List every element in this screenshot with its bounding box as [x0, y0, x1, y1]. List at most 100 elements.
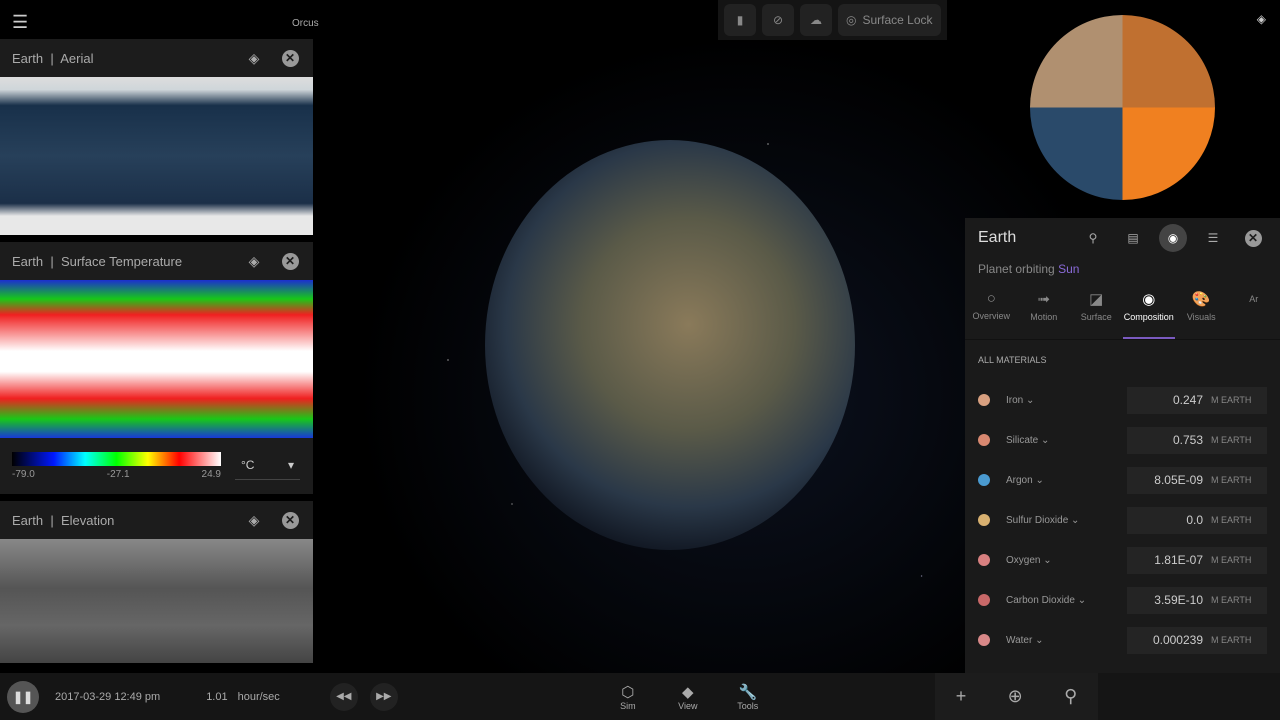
flashlight-button[interactable]: ▮: [724, 4, 756, 36]
material-row: Sulfur Dioxide ⌄ 0.0 M EARTH: [965, 500, 1280, 540]
search-icon[interactable]: ⚲: [1079, 224, 1107, 252]
material-row: Carbon Dioxide ⌄ 3.59E-10 M EARTH: [965, 580, 1280, 620]
close-button[interactable]: ✕: [1239, 224, 1267, 252]
flashlight-icon: ▮: [736, 13, 744, 27]
scene-object-label[interactable]: Orcus: [292, 18, 319, 29]
close-button[interactable]: ✕: [279, 511, 301, 529]
close-button[interactable]: ✕: [279, 252, 301, 270]
material-row: Argon ⌄ 8.05E-09 M EARTH: [965, 460, 1280, 500]
material-unit: M EARTH: [1211, 515, 1252, 525]
color-legend: -79.0 -27.1 24.9 °C ▾: [0, 438, 313, 494]
material-value-field[interactable]: 3.59E-10 M EARTH: [1127, 586, 1267, 614]
layers-icon[interactable]: ◈: [243, 50, 265, 67]
tab-composition[interactable]: ◉ Composition: [1122, 290, 1175, 339]
unit-select[interactable]: °C ▾: [235, 452, 300, 480]
bottom-bar: ❚❚ 2017-03-29 12:49 pm 1.01 hour/sec ◀◀ …: [0, 673, 1280, 720]
material-value: 1.81E-07: [1154, 553, 1203, 567]
material-unit: M EARTH: [1211, 595, 1252, 605]
recenter-icon[interactable]: ⊕: [1008, 686, 1023, 707]
layer-panel-aerial: Earth | Aerial ◈ ✕: [0, 39, 313, 235]
chevron-down-icon: ⌄: [1035, 474, 1044, 486]
top-toolbar: ▮ ⊘ ☁ ◎ Surface Lock: [718, 0, 947, 40]
tab-ar[interactable]: Ar: [1228, 290, 1280, 339]
temperature-map: [0, 280, 313, 438]
tab-label: Motion: [1030, 312, 1058, 322]
tab-visuals[interactable]: 🎨 Visuals: [1175, 290, 1228, 339]
tab-overview[interactable]: ○ Overview: [965, 290, 1018, 339]
tab-surface[interactable]: ◪ Surface: [1070, 290, 1123, 339]
tab-label: Surface: [1080, 312, 1112, 322]
material-unit: M EARTH: [1211, 395, 1252, 405]
material-unit: M EARTH: [1211, 555, 1252, 565]
grid-toggle-button[interactable]: ⊘: [762, 4, 794, 36]
material-label: Sulfur Dioxide: [1006, 514, 1069, 526]
nav-tools[interactable]: 🔧 Tools: [718, 683, 778, 711]
material-name[interactable]: Sulfur Dioxide ⌄: [1006, 515, 1127, 526]
chevron-down-icon: ⌄: [1077, 594, 1087, 606]
earth-globe[interactable]: [485, 140, 855, 550]
nav-view[interactable]: ◆ View: [658, 683, 718, 711]
nav-label: Tools: [737, 700, 759, 711]
eye-icon[interactable]: ◉: [1159, 224, 1187, 252]
material-name[interactable]: Silicate ⌄: [1006, 435, 1127, 446]
chevron-down-icon: ⌄: [1035, 634, 1044, 646]
material-value-field[interactable]: 0.753 M EARTH: [1127, 426, 1267, 454]
parent-link[interactable]: Sun: [1058, 262, 1079, 276]
material-name[interactable]: Carbon Dioxide ⌄: [1006, 595, 1127, 606]
layers-icon[interactable]: ◈: [1257, 12, 1266, 26]
search-icon[interactable]: ⚲: [1064, 686, 1077, 707]
material-value-field[interactable]: 1.81E-07 M EARTH: [1127, 546, 1267, 574]
sim-rate[interactable]: 1.01: [206, 691, 227, 703]
material-value-field[interactable]: 0.0 M EARTH: [1127, 506, 1267, 534]
material-value-field[interactable]: 0.247 M EARTH: [1127, 386, 1267, 414]
chevron-down-icon: ⌄: [1043, 554, 1052, 566]
tab-label: Overview: [972, 311, 1010, 321]
material-row: Water ⌄ 0.000239 M EARTH: [965, 620, 1280, 660]
rewind-button[interactable]: ◀◀: [329, 682, 358, 711]
add-icon[interactable]: +: [956, 686, 967, 707]
main-nav: ⬡ Sim ◆ View 🔧 Tools: [598, 683, 778, 711]
panel-icon[interactable]: ☰: [1199, 224, 1227, 252]
layers-icon[interactable]: ◈: [243, 512, 265, 529]
nav-icon: ◆: [682, 683, 694, 701]
material-name[interactable]: Iron ⌄: [1006, 395, 1127, 406]
fast-forward-button[interactable]: ▶▶: [369, 682, 398, 711]
earth-cutaway-view[interactable]: [1030, 15, 1215, 200]
clouds-toggle-button[interactable]: ☁: [800, 4, 832, 36]
material-name[interactable]: Argon ⌄: [1006, 475, 1127, 486]
pause-button[interactable]: ❚❚: [7, 680, 39, 713]
chevron-down-icon: ⌄: [1071, 514, 1080, 526]
tab-label: Ar: [1249, 294, 1259, 304]
material-value-field[interactable]: 0.000239 M EARTH: [1127, 626, 1267, 654]
layer-panel-elevation: Earth | Elevation ◈ ✕: [0, 501, 313, 663]
close-icon: ✕: [281, 512, 299, 529]
legend-mid: -27.1: [106, 469, 130, 480]
panel-layer: Elevation: [60, 512, 115, 528]
elevation-map: [0, 539, 313, 663]
material-label: Iron: [1006, 394, 1024, 406]
surface-lock-button[interactable]: ◎ Surface Lock: [838, 4, 941, 36]
tab-icon: ◪: [1089, 291, 1104, 308]
chevron-down-icon: ⌄: [1026, 394, 1035, 406]
legend-min: -79.0: [12, 469, 35, 480]
layers-icon[interactable]: ◈: [243, 253, 265, 270]
close-icon: ✕: [281, 253, 299, 270]
color-scale: [12, 452, 221, 466]
sim-date[interactable]: 2017-03-29 12:49 pm: [55, 691, 160, 703]
material-unit: M EARTH: [1211, 635, 1252, 645]
tab-label: Composition: [1123, 312, 1174, 322]
hamburger-icon[interactable]: ☰: [12, 12, 28, 33]
material-label: Argon: [1006, 474, 1033, 486]
info-card-icon[interactable]: ▤: [1119, 224, 1147, 252]
material-value: 3.59E-10: [1154, 593, 1203, 607]
nav-sim[interactable]: ⬡ Sim: [598, 683, 658, 711]
object-subtitle: Planet orbiting Sun: [965, 258, 1280, 280]
material-name[interactable]: Oxygen ⌄: [1006, 555, 1127, 566]
tab-motion[interactable]: ➟ Motion: [1018, 290, 1071, 339]
material-label: Water: [1006, 634, 1033, 646]
material-value-field[interactable]: 8.05E-09 M EARTH: [1127, 466, 1267, 494]
material-name[interactable]: Water ⌄: [1006, 635, 1127, 646]
details-tabs: ○ Overview ➟ Motion ◪ Surface ◉ Composition 🎨 Vis…: [965, 280, 1280, 340]
object-title: Earth: [978, 229, 1017, 246]
close-button[interactable]: ✕: [279, 49, 301, 67]
